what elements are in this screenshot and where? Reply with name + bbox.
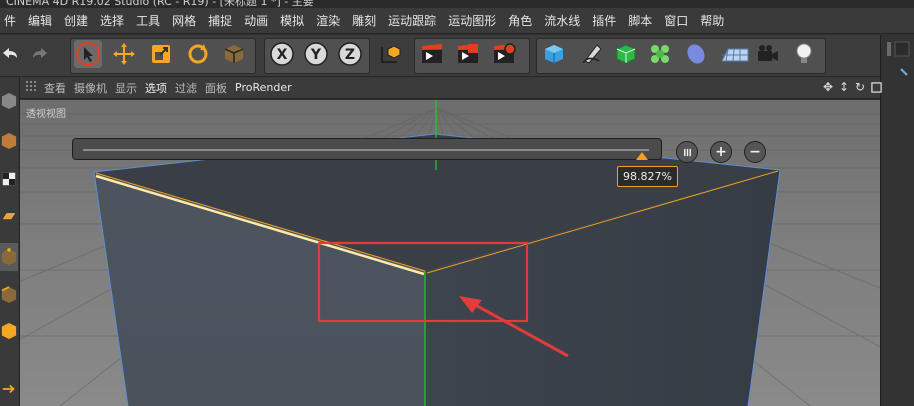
rotate-icon[interactable] xyxy=(184,40,212,68)
undo-icon[interactable] xyxy=(0,40,24,68)
window-title-bar: CINEMA 4D R19.02 Studio (RC - R19) - [未标… xyxy=(0,0,914,8)
slider-options-button[interactable] xyxy=(676,141,698,163)
render-picture-viewer-icon[interactable] xyxy=(454,40,482,68)
attribute-panel-strip xyxy=(880,35,914,406)
world-coordinates-icon[interactable] xyxy=(376,40,404,68)
redo-icon[interactable] xyxy=(26,40,54,68)
bevel-offset-slider[interactable] xyxy=(72,138,662,160)
viewport-menu-panel[interactable]: 面板 xyxy=(205,80,235,96)
light-icon[interactable] xyxy=(790,40,818,68)
menu-item-mograph[interactable]: 运动图形 xyxy=(444,12,504,29)
polygon-object-icon[interactable] xyxy=(0,87,18,115)
menu-item-create[interactable]: 创建 xyxy=(60,12,96,29)
menu-item-window[interactable]: 窗口 xyxy=(660,12,696,29)
menu-item-select[interactable]: 选择 xyxy=(96,12,132,29)
arrow-tool-icon[interactable] xyxy=(0,375,18,403)
maximize-icon[interactable] xyxy=(870,79,882,95)
edges-mode-icon[interactable] xyxy=(0,281,18,309)
menu-item-sculpt[interactable]: 雕刻 xyxy=(348,12,384,29)
x-axis-lock-icon[interactable]: X xyxy=(268,40,296,68)
model-mode-icon[interactable] xyxy=(220,40,248,68)
polygons-mode-icon[interactable] xyxy=(0,317,18,345)
viewport-menu-view[interactable]: 查看 xyxy=(44,80,74,96)
slider-thumb[interactable] xyxy=(636,152,649,160)
y-axis-lock-icon[interactable]: Y xyxy=(302,40,330,68)
main-menu-bar: 件 编辑 创建 选择 工具 网格 捕捉 动画 模拟 渲染 雕刻 运动跟踪 运动图… xyxy=(0,8,914,34)
window-title: CINEMA 4D R19.02 Studio (RC - R19) - [未标… xyxy=(6,0,314,8)
menu-item-character[interactable]: 角色 xyxy=(504,12,540,29)
viewport-menu-bar: 查看 摄像机 显示 选项 过滤 面板 ProRender xyxy=(20,77,880,99)
workplane-icon[interactable] xyxy=(0,203,18,231)
slider-track xyxy=(83,149,649,151)
pan-icon[interactable]: ✥ xyxy=(822,79,834,95)
floor-icon[interactable] xyxy=(718,40,752,68)
menu-item-motion-tracking[interactable]: 运动跟踪 xyxy=(384,12,444,29)
svg-text:Z: Z xyxy=(345,47,355,63)
viewport-menu-cameras[interactable]: 摄像机 xyxy=(74,80,115,96)
viewport-menu-prorender[interactable]: ProRender xyxy=(235,81,300,94)
menu-item-help[interactable]: 帮助 xyxy=(696,12,732,29)
scale-icon[interactable] xyxy=(147,40,175,68)
grip-handle-icon[interactable] xyxy=(20,78,44,97)
mode-toolbar xyxy=(0,77,20,406)
svg-text:Y: Y xyxy=(310,47,322,63)
viewport-menu-options[interactable]: 选项 xyxy=(145,80,175,96)
dolly-icon[interactable]: ↕ xyxy=(838,79,850,95)
viewport-menu-display[interactable]: 显示 xyxy=(115,80,145,96)
menu-item-script[interactable]: 脚本 xyxy=(624,12,660,29)
perspective-viewport[interactable]: 透视视图 98.827% + − xyxy=(20,100,880,406)
menu-item-animate[interactable]: 动画 xyxy=(240,12,276,29)
menu-item-mesh[interactable]: 网格 xyxy=(168,12,204,29)
cube-icon[interactable] xyxy=(540,40,568,68)
checker-mode-icon[interactable] xyxy=(0,165,18,193)
menu-item-tools[interactable]: 工具 xyxy=(132,12,168,29)
slider-decrease-button[interactable]: − xyxy=(744,141,766,163)
points-mode-icon[interactable] xyxy=(0,243,18,271)
menu-item-render[interactable]: 渲染 xyxy=(312,12,348,29)
viewport-menu-filter[interactable]: 过滤 xyxy=(175,80,205,96)
menu-item-simulate[interactable]: 模拟 xyxy=(276,12,312,29)
svg-text:X: X xyxy=(277,47,288,63)
slider-increase-button[interactable]: + xyxy=(710,141,732,163)
select-cursor-icon[interactable] xyxy=(74,40,102,68)
menu-item-file[interactable]: 件 xyxy=(0,12,24,29)
camera-icon[interactable] xyxy=(754,40,782,68)
menu-item-pipeline[interactable]: 流水线 xyxy=(540,12,588,29)
render-settings-icon[interactable] xyxy=(490,40,518,68)
menu-item-snap[interactable]: 捕捉 xyxy=(204,12,240,29)
z-axis-lock-icon[interactable]: Z xyxy=(336,40,364,68)
viewport-nav-icons: ✥ ↕ ↻ xyxy=(822,79,882,95)
deformer-icon[interactable] xyxy=(682,40,710,68)
slider-value-label: 98.827% xyxy=(617,166,678,187)
menu-item-edit[interactable]: 编辑 xyxy=(24,12,60,29)
main-toolbar: X Y Z xyxy=(0,35,880,77)
menu-item-plugins[interactable]: 插件 xyxy=(588,12,624,29)
texture-mode-icon[interactable] xyxy=(0,127,18,155)
render-view-icon[interactable] xyxy=(418,40,446,68)
cloner-icon[interactable] xyxy=(646,40,674,68)
subdivision-icon[interactable] xyxy=(612,40,640,68)
pen-spline-icon[interactable] xyxy=(578,40,606,68)
orbit-icon[interactable]: ↻ xyxy=(854,79,866,95)
viewport-label: 透视视图 xyxy=(26,109,66,120)
move-icon[interactable] xyxy=(110,40,138,68)
